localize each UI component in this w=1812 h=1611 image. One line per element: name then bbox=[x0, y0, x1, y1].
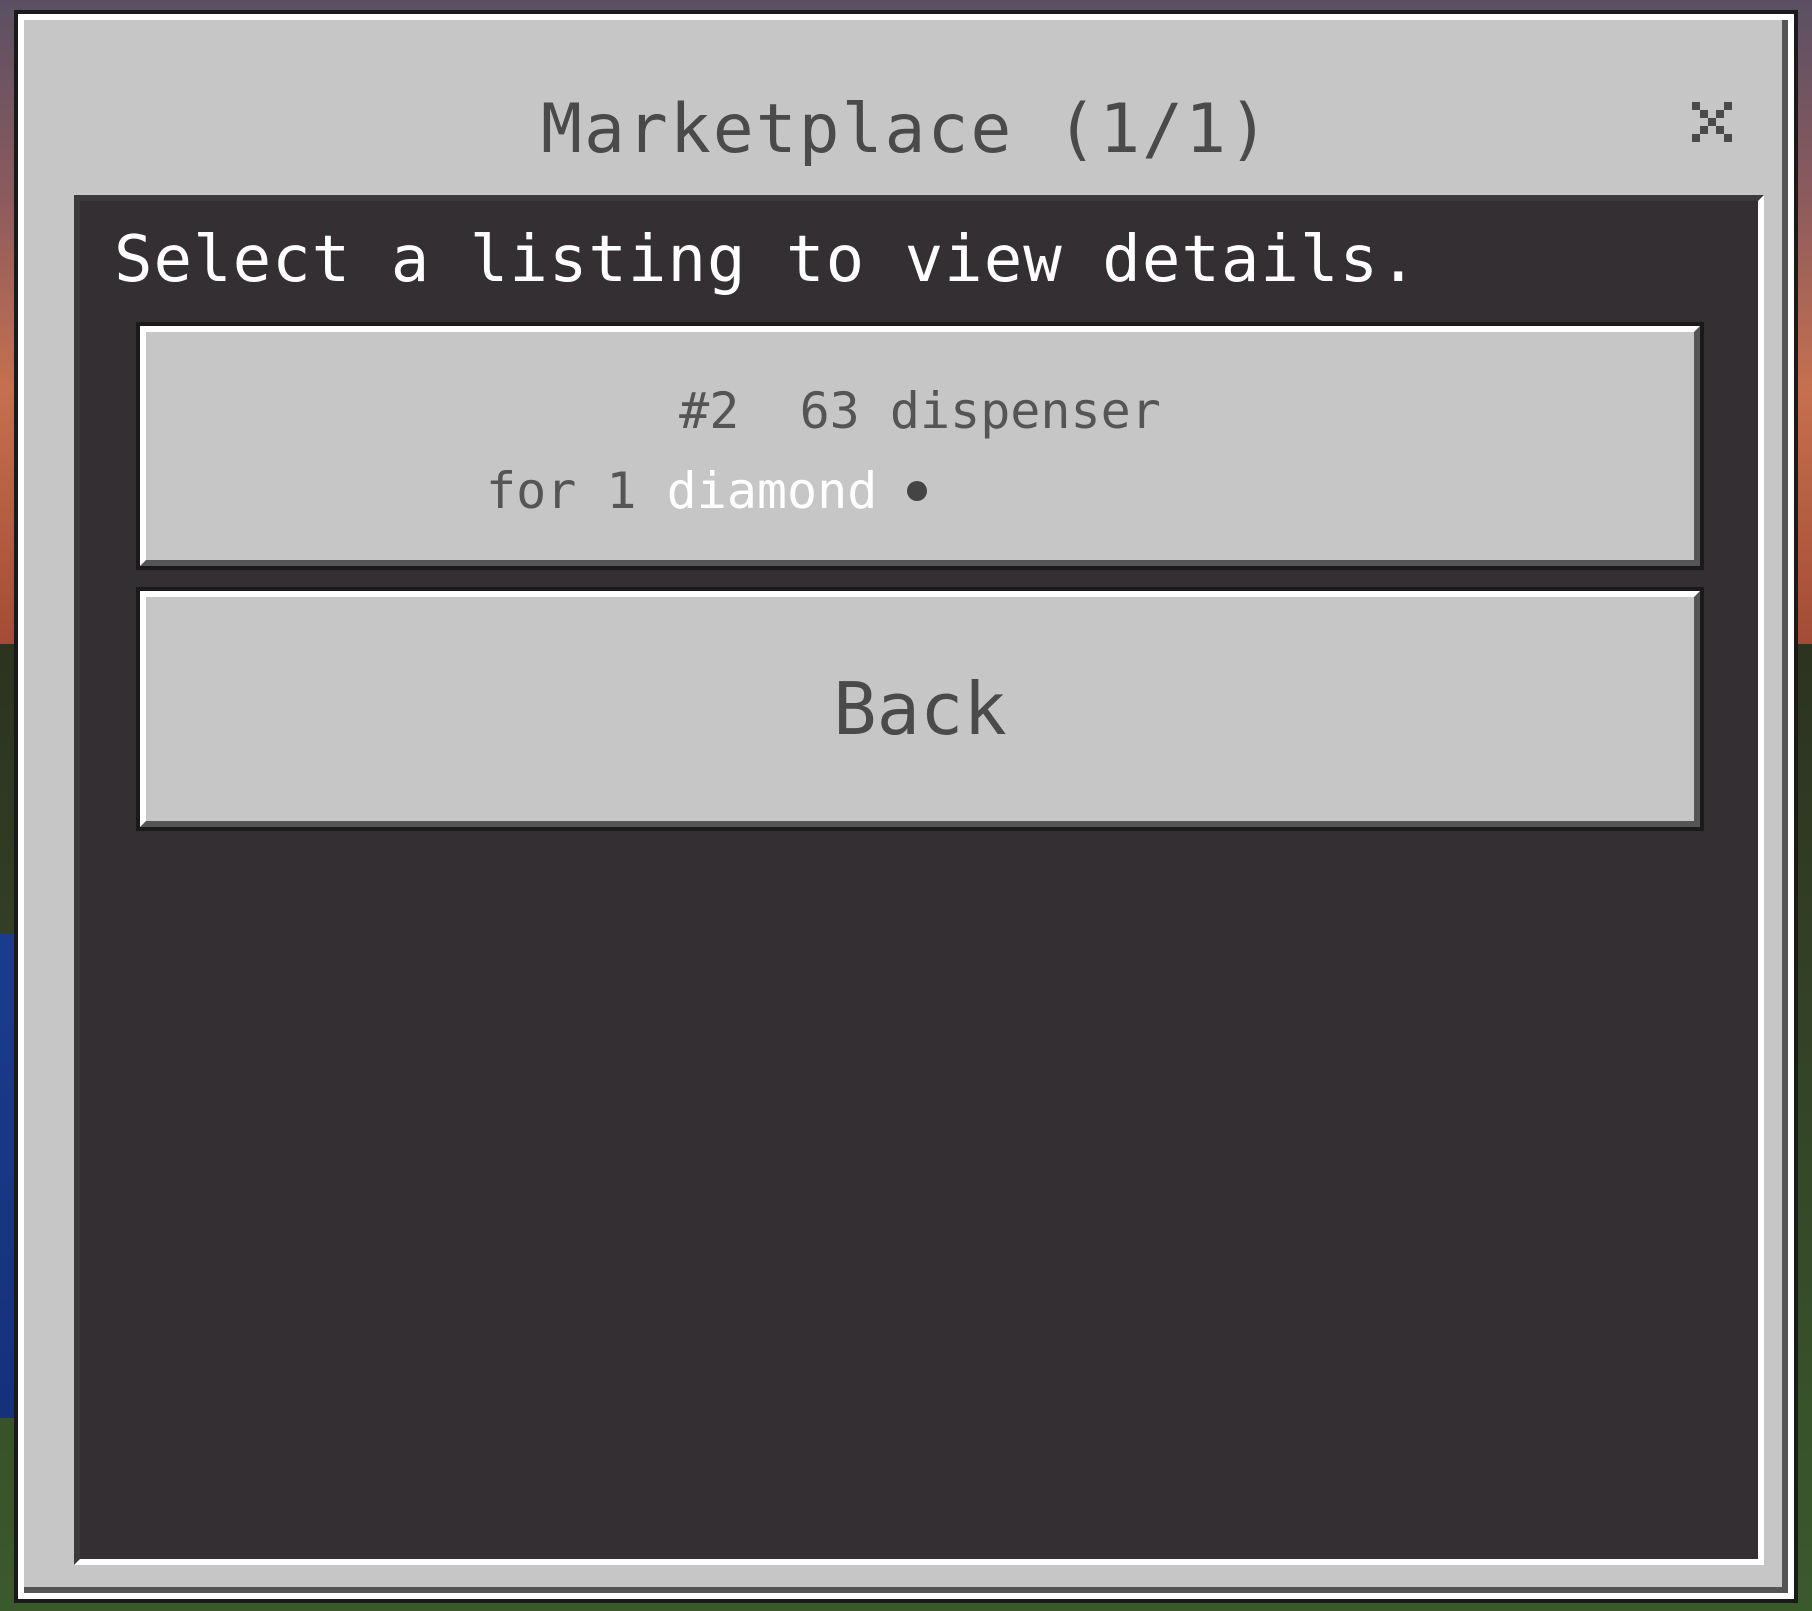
back-button[interactable]: Back bbox=[140, 591, 1700, 827]
listing-panel: Select a listing to view details. #2 63 … bbox=[74, 195, 1764, 1565]
close-button[interactable] bbox=[1682, 92, 1742, 152]
listing-price-prefix: for 1 bbox=[486, 462, 667, 520]
listing-price-item: diamond bbox=[666, 462, 878, 520]
marketplace-window: Marketplace (1/1) Select a listing to vi… bbox=[18, 14, 1794, 1599]
back-button-label: Back bbox=[833, 667, 1007, 751]
window-title: Marketplace (1/1) bbox=[541, 90, 1271, 169]
diamond-icon bbox=[907, 481, 928, 501]
listing-item[interactable]: #2 63 dispenser for 1 diamond bbox=[140, 326, 1700, 566]
close-icon bbox=[1692, 102, 1732, 142]
listing-title: #2 63 dispenser bbox=[679, 382, 1161, 440]
listing-price: for 1 diamond bbox=[486, 462, 928, 520]
panel-heading: Select a listing to view details. bbox=[114, 223, 1419, 297]
